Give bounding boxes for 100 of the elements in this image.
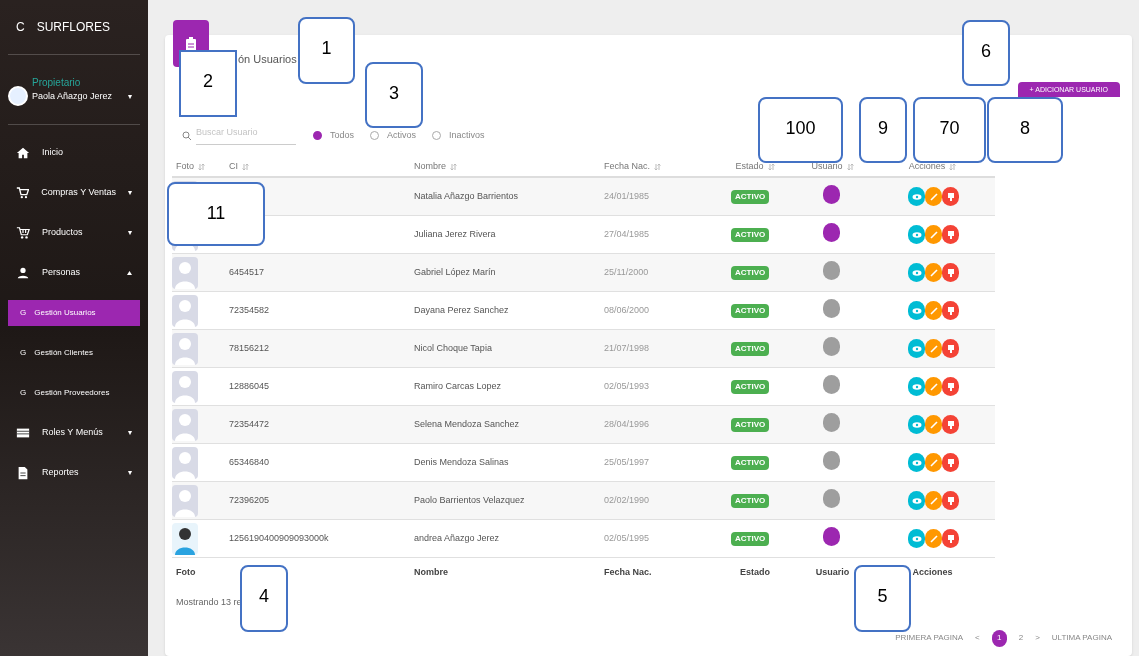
sidebar-item[interactable]: Inicio xyxy=(8,133,140,173)
view-icon[interactable] xyxy=(908,339,925,358)
sort-icon[interactable] xyxy=(654,163,662,171)
view-icon[interactable] xyxy=(908,377,925,396)
table-cell-text: Juliana Jerez Rivera xyxy=(413,227,497,241)
profile-photo-placeholder xyxy=(172,522,198,555)
column-header[interactable]: Estado xyxy=(735,160,764,174)
view-icon[interactable] xyxy=(908,301,925,320)
column-header[interactable]: Foto xyxy=(176,160,194,174)
column-header[interactable]: Nombre xyxy=(414,160,446,174)
thumbs-down-icon[interactable] xyxy=(942,491,959,510)
table-cell-text: 12886045 xyxy=(228,379,271,393)
view-icon[interactable] xyxy=(908,415,925,434)
person-icon xyxy=(16,266,30,280)
radio-option[interactable]: Todos xyxy=(313,128,355,143)
edit-icon[interactable] xyxy=(925,301,942,320)
sort-icon[interactable] xyxy=(450,163,457,171)
column-footer: Acciones xyxy=(912,566,953,580)
view-icon[interactable] xyxy=(908,491,925,510)
pagination-link[interactable]: 2 xyxy=(1018,632,1024,644)
thumbs-down-icon[interactable] xyxy=(942,187,959,206)
thumbs-down-icon[interactable] xyxy=(942,415,959,434)
edit-icon[interactable] xyxy=(925,415,942,434)
status-badge: ACTIVO xyxy=(731,227,770,242)
table-cell-text: Ramiro Carcas Lopez xyxy=(413,379,503,393)
thumbs-down-icon[interactable] xyxy=(942,225,959,244)
column-header[interactable]: Usuario xyxy=(811,160,843,174)
pagination-link[interactable]: 1 xyxy=(991,629,1007,647)
radio-option[interactable]: Inactivos xyxy=(432,128,485,143)
table-cell-text: Denis Mendoza Salinas xyxy=(413,455,510,469)
column-footer: Usuario xyxy=(815,566,850,580)
column-header[interactable]: Fecha Nac. xyxy=(604,160,651,174)
sidebar-item[interactable]: Reportes ▾ xyxy=(8,453,140,493)
edit-icon[interactable] xyxy=(925,187,942,206)
annotation-callout: 70 xyxy=(913,97,986,163)
table-cell-text: Paolo Barrientos Velazquez xyxy=(413,493,526,507)
home-icon xyxy=(16,146,30,160)
edit-icon[interactable] xyxy=(925,453,942,472)
sidebar-item[interactable]: Roles Y Menús ▾ xyxy=(8,413,140,453)
table-cell-text: 08/06/2000 xyxy=(603,303,651,317)
thumbs-down-icon[interactable] xyxy=(942,339,959,358)
thumbs-down-icon[interactable] xyxy=(942,301,959,320)
edit-icon[interactable] xyxy=(925,377,942,396)
caret-icon: ▾ xyxy=(128,187,132,199)
caret-icon[interactable]: ▾ xyxy=(128,91,133,103)
annotation-callout: 100 xyxy=(758,97,843,163)
sidebar-subitem[interactable]: G Gestión Proveedores xyxy=(8,380,140,406)
brand-name: SURFLORES xyxy=(36,19,111,36)
table-cell-text: Selena Mendoza Sanchez xyxy=(413,417,521,431)
sort-icon[interactable] xyxy=(198,163,205,171)
cart-icon xyxy=(16,186,30,200)
thumbs-down-icon[interactable] xyxy=(942,263,959,282)
sort-icon[interactable] xyxy=(242,163,249,171)
sidebar-item[interactable]: Personas xyxy=(8,253,140,293)
thumbs-down-icon[interactable] xyxy=(942,377,959,396)
table-cell-text: Dayana Perez Sanchez xyxy=(413,303,510,317)
column-header[interactable]: CI xyxy=(229,160,238,174)
status-badge: ACTIVO xyxy=(731,455,770,470)
annotation-callout: 1 xyxy=(298,17,355,84)
radio-option[interactable]: Activos xyxy=(370,128,417,143)
table-cell-text: 28/04/1996 xyxy=(603,417,651,431)
edit-icon[interactable] xyxy=(925,491,942,510)
pagination-link[interactable]: PRIMERA PAGINA xyxy=(895,632,964,644)
view-icon[interactable] xyxy=(908,225,925,244)
edit-icon[interactable] xyxy=(925,529,942,548)
view-icon[interactable] xyxy=(908,187,925,206)
table-cell-text: 1256190400909093000k xyxy=(228,531,330,545)
edit-icon[interactable] xyxy=(925,225,942,244)
caret-icon: ▾ xyxy=(128,467,132,479)
view-icon[interactable] xyxy=(908,529,925,548)
annotation-callout: 11 xyxy=(167,182,265,246)
sort-icon[interactable] xyxy=(949,163,957,171)
pagination-link[interactable]: > xyxy=(1035,632,1040,644)
logo-letter: C xyxy=(16,19,25,36)
user-role: Propietario xyxy=(32,76,82,91)
edit-icon[interactable] xyxy=(925,263,942,282)
status-badge: ACTIVO xyxy=(731,493,770,508)
thumbs-down-icon[interactable] xyxy=(942,529,959,548)
status-badge: ACTIVO xyxy=(731,303,770,318)
column-header[interactable]: Acciones xyxy=(908,160,946,174)
sidebar-item[interactable]: Productos ▾ xyxy=(8,213,140,253)
sort-icon[interactable] xyxy=(767,163,775,171)
column-footer: Estado xyxy=(740,566,770,580)
sort-icon[interactable] xyxy=(846,163,854,171)
view-icon[interactable] xyxy=(908,453,925,472)
thumbs-down-icon[interactable] xyxy=(942,453,959,472)
table-cell-text: 65346840 xyxy=(228,455,271,469)
sidebar-subitem[interactable]: G Gestión Usuarios xyxy=(8,300,140,326)
cart-icon xyxy=(16,226,30,240)
annotation-callout: 5 xyxy=(854,565,911,632)
annotation-callout: 6 xyxy=(962,20,1010,86)
table-icon xyxy=(16,426,30,440)
table-cell-text: 02/05/1993 xyxy=(603,379,651,393)
pagination-link[interactable]: < xyxy=(975,632,980,644)
pagination-link[interactable]: ULTIMA PAGINA xyxy=(1051,632,1112,644)
sidebar-item[interactable]: Compras Y Ventas ▾ xyxy=(8,173,140,213)
edit-icon[interactable] xyxy=(925,339,942,358)
table-cell-text: 21/07/1998 xyxy=(603,341,651,355)
view-icon[interactable] xyxy=(908,263,925,282)
sidebar-subitem[interactable]: G Gestión Clientes xyxy=(8,340,140,366)
